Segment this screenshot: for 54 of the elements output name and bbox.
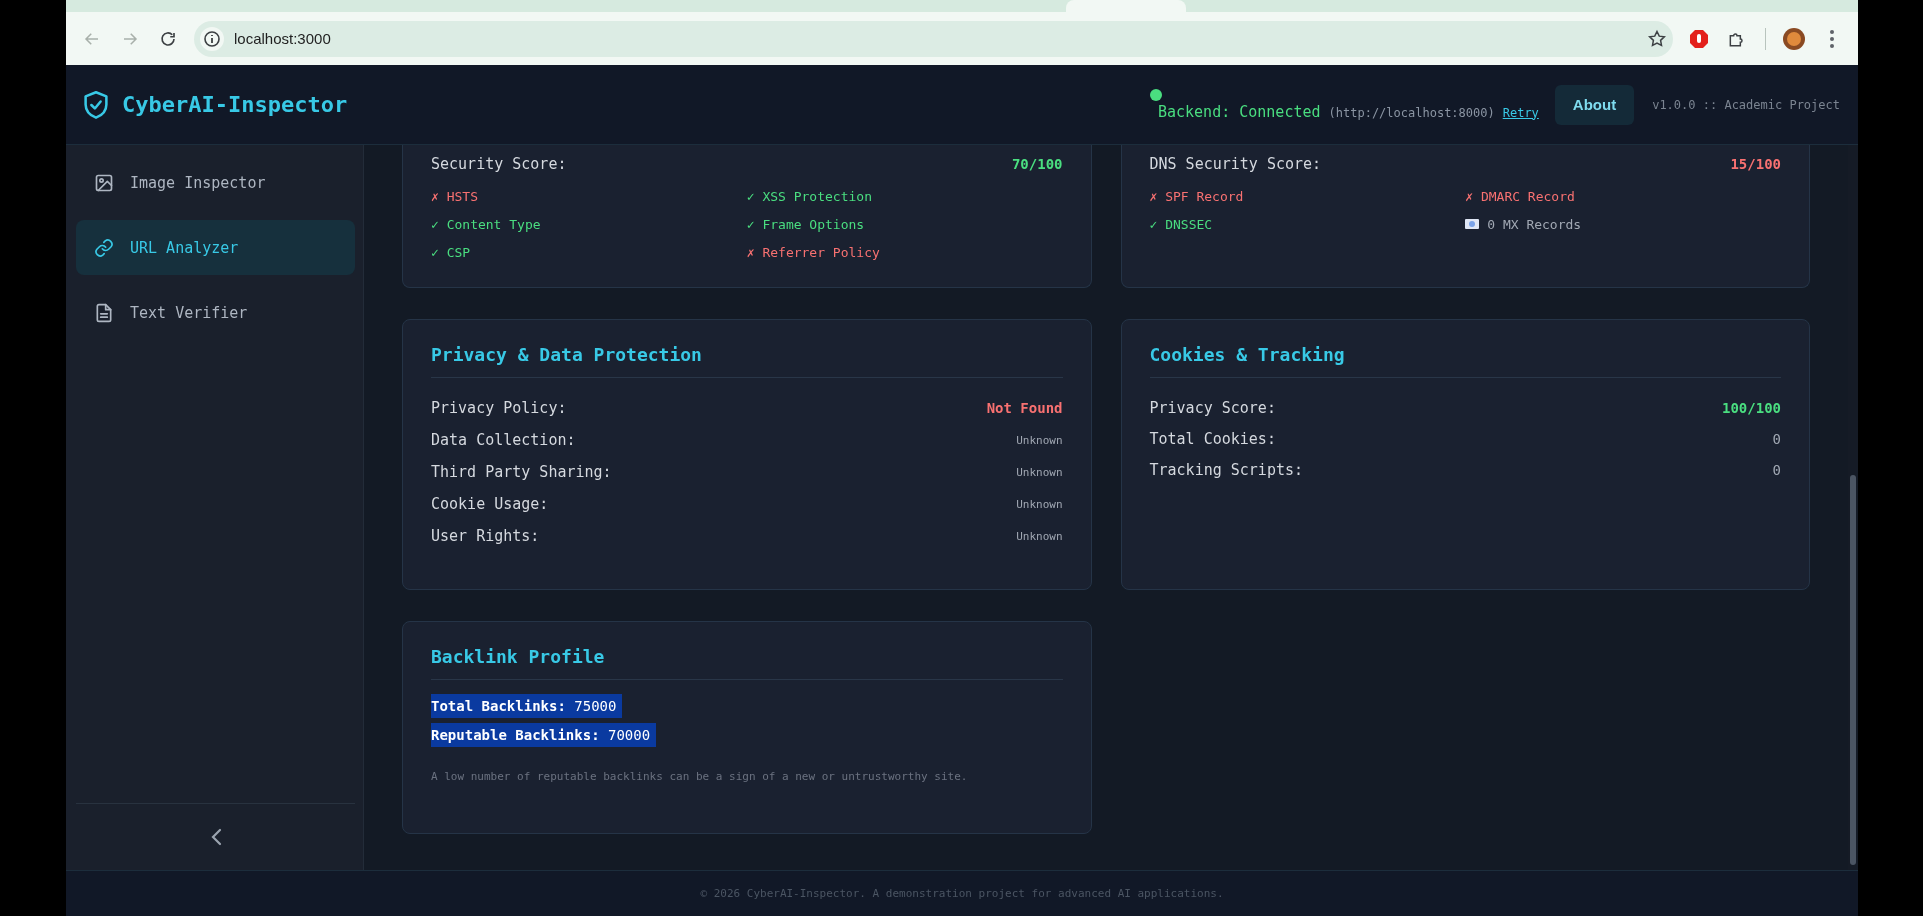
row-value: Not Found [986,400,1063,416]
document-icon [94,302,114,323]
link-icon [94,237,114,258]
scrollbar-thumb[interactable] [1850,475,1856,865]
retry-link[interactable]: Retry [1502,105,1539,120]
footer-text: © 2026 CyberAI-Inspector. A demonstration project for advanced AI applications. [700,887,1224,900]
star-icon[interactable] [1647,28,1667,49]
check-item: ✗ HSTS [431,187,479,206]
note-text: A low number of reputable backlinks can be a sign of a new or untrustworthy site. [431,770,969,783]
row-value: 100/100 [1722,399,1781,416]
check-item: ✓ XSS Protection [746,187,873,206]
collapse-icon[interactable] [209,828,222,846]
row-label: Third Party Sharing: [431,463,612,481]
backend-url: (http://localhost:8000) [1328,105,1495,120]
row-label: Total Cookies: [1149,429,1276,448]
row-value: Unknown [1016,465,1063,479]
address-bar[interactable]: localhost:3000 [194,20,1673,57]
score-label: Security Score: [431,155,567,173]
check-item: ✓ DNSSEC [1149,215,1214,234]
image-icon [94,172,114,193]
check-item: 0 MX Records [1487,216,1582,232]
about-button[interactable]: About [1554,84,1635,125]
row-value: Unknown [1016,497,1063,511]
score-label: DNS Security Score: [1149,155,1322,173]
row-value: 0 [1772,461,1781,478]
version-text: v1.0.0 :: Academic Project [1652,97,1840,112]
row-label: Cookie Usage: [431,495,549,513]
backend-status: Backend: Connected [1157,102,1321,121]
score-value: 70/100 [1011,156,1063,172]
card-title: Backlink Profile [431,646,1063,680]
row-label: Privacy Policy: [431,399,567,417]
sidebar-item[interactable]: Text Verifier [76,285,355,340]
sidebar-item[interactable]: URL Analyzer [76,220,355,275]
app-title: CyberAI-Inspector [122,92,348,117]
check-item: ✓ Frame Options [746,215,866,234]
row-label: Tracking Scripts: [1149,460,1304,479]
shield-check-icon [82,89,110,120]
card-title: Cookies & Tracking [1149,344,1781,378]
check-item: ✗ Referrer Policy [746,243,881,262]
score-value: 15/100 [1730,156,1781,172]
row-value: Unknown [1016,433,1063,447]
check-item: ✓ CSP [431,243,472,262]
row-label: User Rights: [431,527,540,545]
check-item: ✗ DMARC Record [1465,187,1576,206]
row-value: 0 [1772,430,1781,447]
row-label: Privacy Score: [1149,398,1276,417]
info-icon [200,26,224,51]
row-value: Unknown [1016,529,1063,543]
card-title: Privacy & Data Protection [431,344,1063,378]
sidebar-item[interactable]: Image Inspector [76,155,355,210]
check-item: ✓ Content Type [431,215,542,234]
row-label: Data Collection: [431,431,576,449]
mail-icon [1465,218,1480,230]
check-item: ✗ SPF Record [1149,187,1245,206]
